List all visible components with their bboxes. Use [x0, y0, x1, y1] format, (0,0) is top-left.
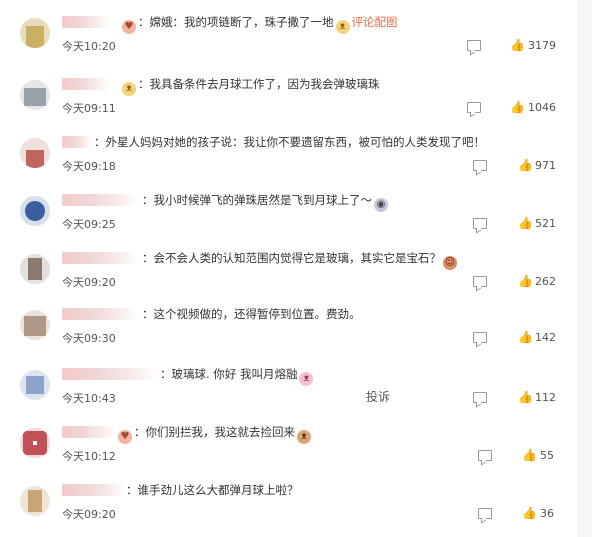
reply-icon[interactable]	[473, 218, 487, 229]
comment-item: ᴥ ：我具备条件去月球工作了，因为我会弹玻璃珠 今天09:11 👍 1046	[0, 76, 580, 134]
reply-icon[interactable]	[473, 392, 487, 403]
comment-text-line: ♥ ：你们别拦我，我这就去捡回来 ᴥ	[62, 424, 313, 444]
emoji-icon: ♥	[118, 430, 132, 444]
comment-time: 今天09:30	[62, 332, 116, 345]
comment-item: ：会不会人类的认知范围内觉得它是玻璃，其实它是宝石？ ☺ 今天09:20 👍 26…	[0, 250, 580, 308]
comment-time: 今天09:20	[62, 508, 116, 521]
comment-text: ：玻璃球. 你好 我叫月熔融	[160, 367, 298, 381]
comment-text: ：嫦娥：我的项链断了，珠子撒了一地	[138, 15, 334, 29]
comment-text-line: ：这个视频做的，还得暂停到位置。费劲。	[62, 306, 361, 322]
comment-text: ：你们别拦我，我这就去捡回来	[134, 425, 295, 439]
comment-item: ♥ ：嫦娥：我的项链断了，珠子撒了一地 ᴥ 评论配图 今天10:20 👍 3179	[0, 14, 580, 72]
like-icon[interactable]: 👍	[522, 448, 537, 462]
comment-image-link[interactable]: 评论配图	[352, 15, 398, 29]
comment-time: 今天09:20	[62, 276, 116, 289]
emoji-icon: ♥	[122, 20, 136, 34]
comment-text: ：谁手劲儿这么大都弹月球上啦？	[126, 483, 299, 497]
pig-emoji-icon: ᴥ	[299, 372, 314, 386]
comment-text-line: ♥ ：嫦娥：我的项链断了，珠子撒了一地 ᴥ 评论配图	[62, 14, 398, 34]
comment-time: 今天09:18	[62, 160, 116, 173]
comment-text: ：我具备条件去月球工作了，因为我会弹玻璃珠	[138, 77, 380, 91]
comment-text: ：外星人妈妈对她的孩子说：我让你不要遗留东西，被可怕的人类发现了吧！	[94, 135, 485, 149]
comment-text-line: ：会不会人类的认知范围内觉得它是玻璃，其实它是宝石？ ☺	[62, 250, 459, 270]
reply-icon[interactable]	[473, 276, 487, 287]
avatar[interactable]	[20, 486, 50, 516]
comment-time: 今天10:43	[62, 392, 116, 405]
like-icon[interactable]: 👍	[518, 274, 533, 288]
avatar[interactable]	[20, 310, 50, 340]
reply-icon[interactable]	[473, 160, 487, 171]
comment-text-line: ：玻璃球. 你好 我叫月熔融 ᴥ	[62, 366, 315, 386]
comment-item: ：外星人妈妈对她的孩子说：我让你不要遗留东西，被可怕的人类发现了吧！ 今天09:…	[0, 134, 580, 192]
like-count: 521	[535, 217, 556, 230]
comment-text-line: ：外星人妈妈对她的孩子说：我让你不要遗留东西，被可怕的人类发现了吧！	[62, 134, 485, 150]
like-count: 3179	[528, 39, 556, 52]
like-icon[interactable]: 👍	[510, 100, 525, 114]
like-count: 112	[535, 391, 556, 404]
comment-text-line: ：谁手劲儿这么大都弹月球上啦？	[62, 482, 299, 498]
scrollbar[interactable]	[578, 0, 592, 537]
reply-icon[interactable]	[467, 102, 481, 113]
comment-item: ：谁手劲儿这么大都弹月球上啦？ 今天09:20 👍 36	[0, 482, 580, 537]
like-count: 262	[535, 275, 556, 288]
like-count: 971	[535, 159, 556, 172]
comment-item: ：这个视频做的，还得暂停到位置。费劲。 今天09:30 👍 142	[0, 306, 580, 364]
like-icon[interactable]: 👍	[522, 506, 537, 520]
comment-time: 今天10:20	[62, 40, 116, 53]
cat-emoji-icon: ᴥ	[122, 82, 136, 96]
report-button[interactable]: 投诉	[366, 388, 390, 405]
comment-item: ：我小时候弹飞的弹珠居然是飞到月球上了～ ◉ 今天09:25 👍 521	[0, 192, 580, 250]
comment-item: ：玻璃球. 你好 我叫月熔融 ᴥ 投诉 今天10:43 👍 112	[0, 366, 580, 424]
comment-item: ♥ ：你们别拦我，我这就去捡回来 ᴥ 今天10:12 👍 55	[0, 424, 580, 482]
avatar[interactable]	[20, 138, 50, 168]
like-count: 142	[535, 331, 556, 344]
like-icon[interactable]: 👍	[518, 158, 533, 172]
avatar[interactable]	[20, 254, 50, 284]
comment-time: 今天09:25	[62, 218, 116, 231]
comment-time: 今天10:12	[62, 450, 116, 463]
reply-icon[interactable]	[473, 332, 487, 343]
emoji-icon: ☺	[443, 256, 457, 270]
emoji-icon: ◉	[374, 198, 388, 212]
like-count: 55	[540, 449, 554, 462]
cat-emoji-icon: ᴥ	[297, 430, 311, 444]
comment-time: 今天09:11	[62, 102, 116, 115]
like-icon[interactable]: 👍	[518, 216, 533, 230]
like-icon[interactable]: 👍	[510, 38, 525, 52]
reply-icon[interactable]	[478, 450, 492, 461]
avatar[interactable]	[20, 80, 50, 110]
avatar[interactable]	[20, 196, 50, 226]
like-count: 1046	[528, 101, 556, 114]
comment-text-line: ：我小时候弹飞的弹珠居然是飞到月球上了～ ◉	[62, 192, 390, 212]
cat-emoji-icon: ᴥ	[335, 20, 350, 34]
comment-text: ：这个视频做的，还得暂停到位置。费劲。	[142, 307, 361, 321]
reply-icon[interactable]	[478, 508, 492, 519]
comment-text: ：会不会人类的认知范围内觉得它是玻璃，其实它是宝石？	[142, 251, 441, 265]
like-icon[interactable]: 👍	[518, 390, 533, 404]
like-icon[interactable]: 👍	[518, 330, 533, 344]
avatar[interactable]	[20, 370, 50, 400]
comment-text: ：我小时候弹飞的弹珠居然是飞到月球上了～	[142, 193, 372, 207]
avatar[interactable]	[20, 18, 50, 48]
reply-icon[interactable]	[467, 40, 481, 51]
avatar[interactable]	[20, 428, 50, 458]
like-count: 36	[540, 507, 554, 520]
comment-text-line: ᴥ ：我具备条件去月球工作了，因为我会弹玻璃珠	[62, 76, 380, 96]
